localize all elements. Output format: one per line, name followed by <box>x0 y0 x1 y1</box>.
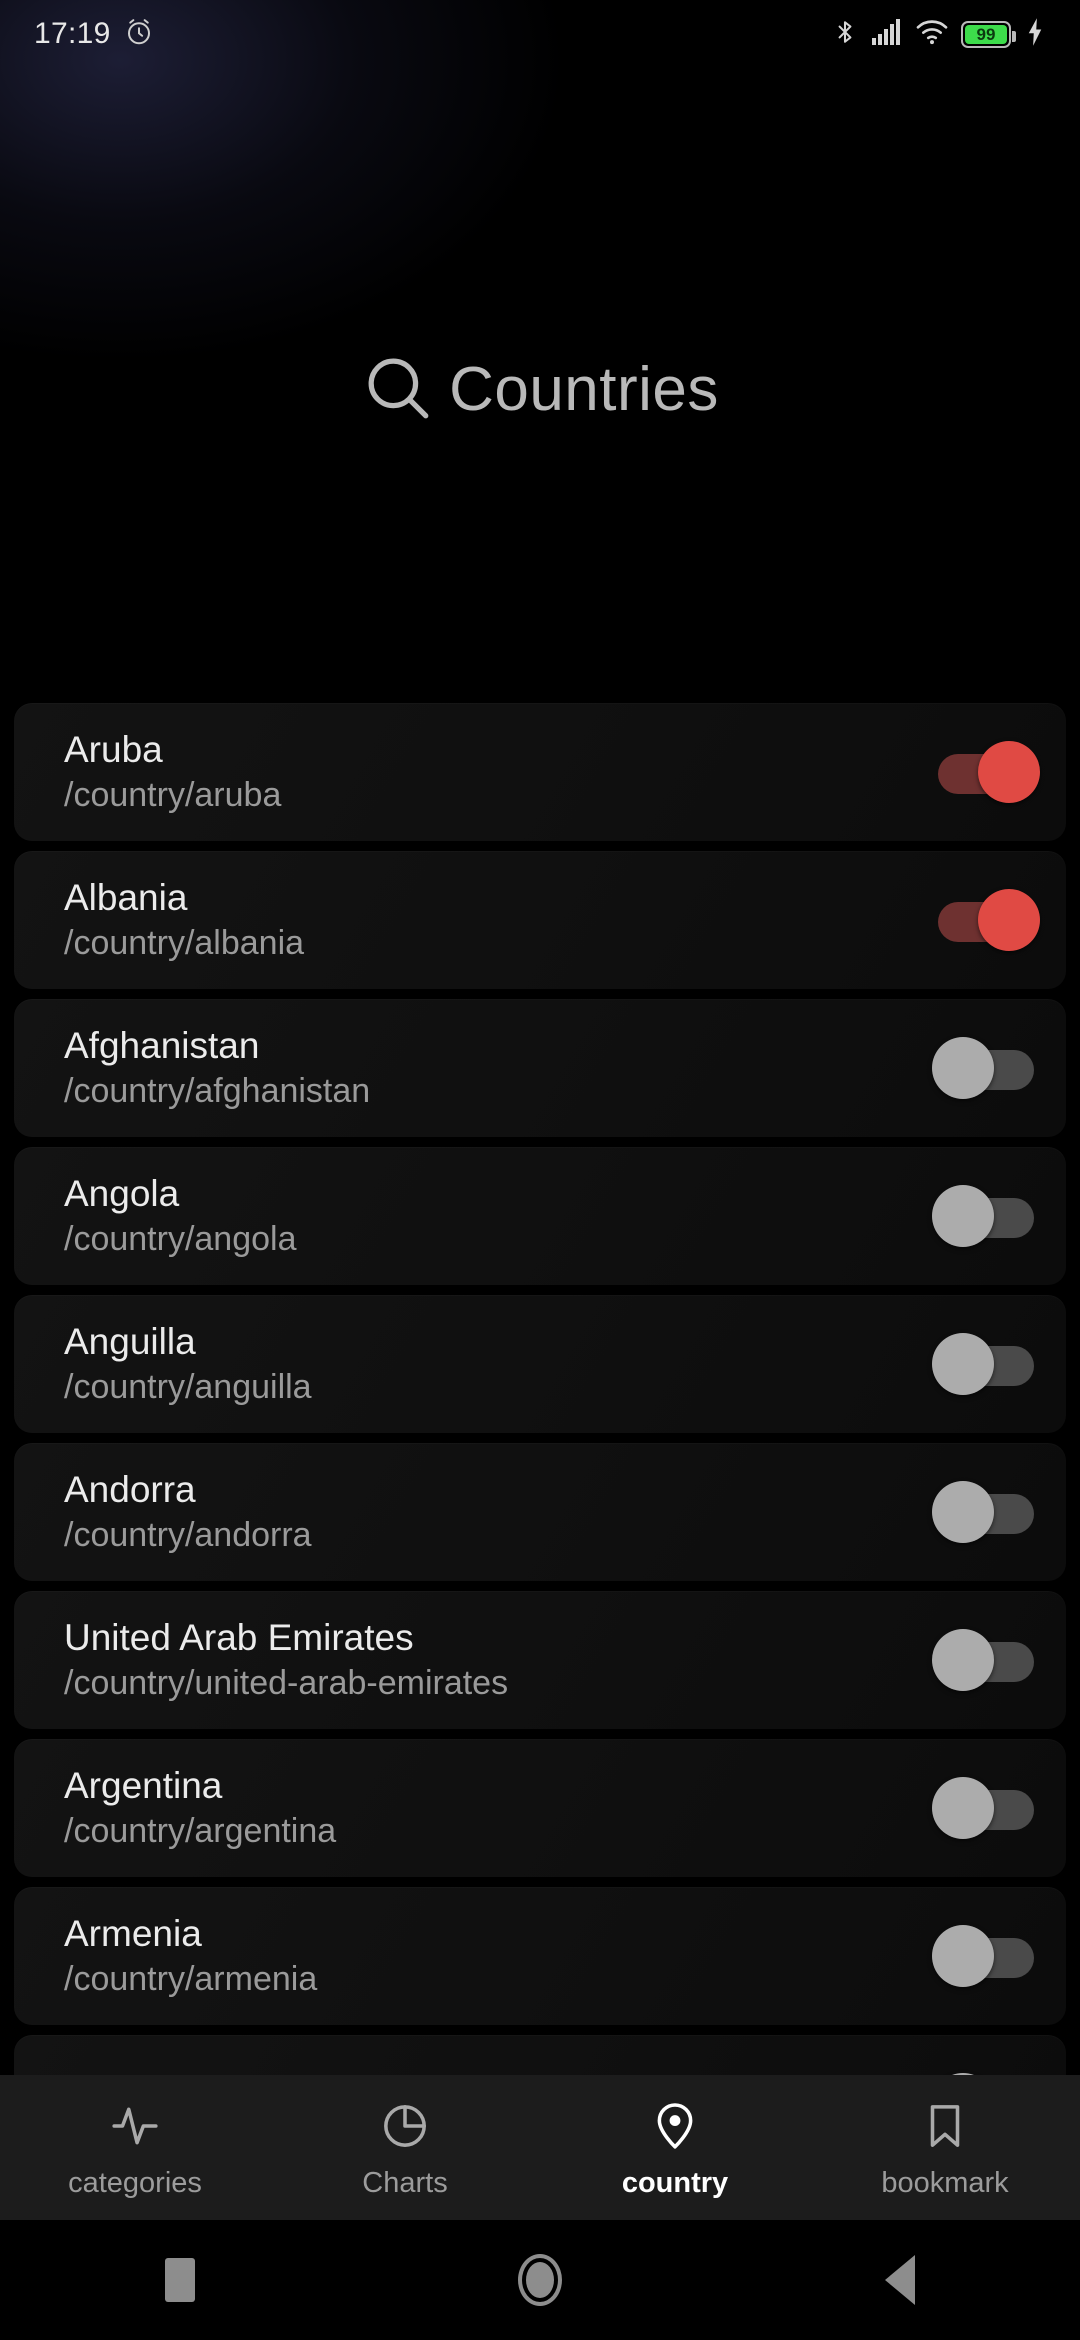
bottom-nav-item-country[interactable]: country <box>540 2075 810 2220</box>
back-button[interactable] <box>720 2220 1080 2340</box>
toggle-thumb <box>932 1481 994 1543</box>
country-list-item-text: Anguilla/country/anguilla <box>64 1320 932 1408</box>
country-path: /country/armenia <box>64 1959 318 1998</box>
country-list-item[interactable]: Albania/country/albania <box>14 851 1066 989</box>
country-list-item[interactable]: Armenia/country/armenia <box>14 1887 1066 2025</box>
country-path: /country/andorra <box>64 1515 312 1554</box>
country-name: Armenia <box>64 1912 202 1954</box>
country-name: Argentina <box>64 1764 223 1806</box>
battery-percent-label: 99 <box>976 24 996 44</box>
country-name: Andorra <box>64 1468 196 1510</box>
charging-bolt-icon <box>1024 17 1046 52</box>
country-name: Albania <box>64 876 188 918</box>
activity-pulse-icon <box>110 2098 160 2154</box>
home-button[interactable] <box>360 2220 720 2340</box>
pie-chart-icon <box>380 2098 430 2154</box>
country-list-item[interactable]: Afghanistan/country/afghanistan <box>14 999 1066 1137</box>
country-list-item-text: United Arab Emirates/country/united-arab… <box>64 1616 932 1704</box>
country-list-item-text: Angola/country/angola <box>64 1172 932 1260</box>
alarm-clock-icon <box>124 17 154 52</box>
status-bar-right: 99 <box>832 17 1046 52</box>
country-list-item[interactable]: Angola/country/angola <box>14 1147 1066 1285</box>
country-list-item-text: Andorra/country/andorra <box>64 1468 932 1556</box>
country-path: /country/aruba <box>64 775 282 814</box>
country-toggle[interactable] <box>932 1777 1040 1839</box>
back-triangle-icon <box>885 2255 915 2305</box>
status-bar-left: 17:19 <box>34 17 154 52</box>
country-path: /country/angola <box>64 1219 297 1258</box>
country-path: /country/albania <box>64 923 305 962</box>
country-toggle[interactable] <box>932 1333 1040 1395</box>
wifi-icon <box>916 18 948 51</box>
country-list-item-text: Argentina/country/argentina <box>64 1764 932 1852</box>
toggle-thumb <box>932 1629 994 1691</box>
country-list-item[interactable]: Aruba/country/aruba <box>14 703 1066 841</box>
recents-square-icon <box>165 2258 195 2302</box>
battery-icon: 99 <box>961 20 1016 48</box>
bottom-nav-item-categories[interactable]: categories <box>0 2075 270 2220</box>
recents-button[interactable] <box>0 2220 360 2340</box>
country-list-item[interactable]: Andorra/country/andorra <box>14 1443 1066 1581</box>
country-toggle[interactable] <box>932 1481 1040 1543</box>
android-system-nav-bar[interactable] <box>0 2220 1080 2340</box>
toggle-thumb <box>978 741 1040 803</box>
country-list-item[interactable]: Anguilla/country/anguilla <box>14 1295 1066 1433</box>
bottom-nav-label: country <box>621 2166 729 2199</box>
bottom-navigation-bar[interactable]: categories Charts country bookmark <box>0 2075 1080 2220</box>
country-list-item-text: Aruba/country/aruba <box>64 728 932 816</box>
country-list[interactable]: Aruba/country/aruba Albania/country/alban… <box>0 703 1080 2075</box>
cellular-signal-icon <box>871 18 903 51</box>
page-title: Countries <box>449 355 719 424</box>
toggle-thumb <box>932 1777 994 1839</box>
country-path: /country/united-arab-emirates <box>64 1663 509 1702</box>
country-toggle[interactable] <box>932 1185 1040 1247</box>
toggle-thumb <box>932 1925 994 1987</box>
toggle-thumb <box>932 1333 994 1395</box>
bookmark-icon <box>920 2098 970 2154</box>
country-toggle[interactable] <box>932 889 1040 951</box>
toggle-thumb <box>932 1037 994 1099</box>
country-name: Anguilla <box>64 1320 196 1362</box>
country-name: Angola <box>64 1172 180 1214</box>
bottom-nav-item-charts[interactable]: Charts <box>270 2075 540 2220</box>
phone-screen: 17:19 99 Countries Aruba /country/aruba … <box>0 0 1080 2340</box>
country-name: Aruba <box>64 728 163 770</box>
bottom-nav-label: categories <box>68 2166 202 2199</box>
country-toggle[interactable] <box>932 1037 1040 1099</box>
search-icon[interactable] <box>361 351 435 430</box>
toggle-thumb <box>978 889 1040 951</box>
status-bar: 17:19 99 <box>0 0 1080 68</box>
map-pin-icon <box>650 2098 700 2154</box>
country-list-item-text: Armenia/country/armenia <box>64 1912 932 2000</box>
country-list-item[interactable]: United Arab Emirates/country/united-arab… <box>14 1591 1066 1729</box>
page-header: Countries <box>0 300 1080 480</box>
country-toggle[interactable] <box>932 1925 1040 1987</box>
bottom-nav-label: bookmark <box>881 2166 1009 2199</box>
bottom-nav-label: Charts <box>362 2166 448 2199</box>
country-list-item[interactable] <box>14 2035 1066 2075</box>
toggle-thumb <box>932 1185 994 1247</box>
status-bar-clock: 17:19 <box>34 17 111 50</box>
bluetooth-icon <box>832 17 858 52</box>
country-list-item-text: Afghanistan/country/afghanistan <box>64 1024 932 1112</box>
country-list-item-text: Albania/country/albania <box>64 876 932 964</box>
country-toggle[interactable] <box>932 1629 1040 1691</box>
country-toggle[interactable] <box>932 741 1040 803</box>
country-path: /country/argentina <box>64 1811 337 1850</box>
country-name: United Arab Emirates <box>64 1616 414 1658</box>
country-name: Afghanistan <box>64 1024 260 1066</box>
country-list-item[interactable]: Argentina/country/argentina <box>14 1739 1066 1877</box>
bottom-nav-item-bookmark[interactable]: bookmark <box>810 2075 1080 2220</box>
country-path: /country/anguilla <box>64 1367 312 1406</box>
home-circle-icon <box>518 2254 562 2306</box>
country-path: /country/afghanistan <box>64 1071 371 1110</box>
